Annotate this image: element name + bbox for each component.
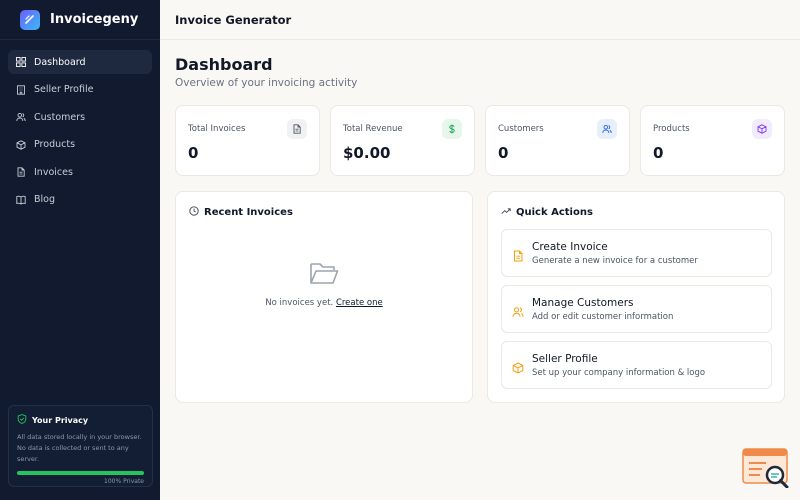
building-icon	[16, 84, 26, 95]
sidebar-item-label: Seller Profile	[34, 84, 94, 95]
main-content: Dashboard Overview of your invoicing act…	[175, 55, 785, 403]
empty-message: No invoices yet.	[265, 298, 334, 308]
manage-customers-action[interactable]: Manage Customers Add or edit customer in…	[501, 285, 772, 333]
dollar-icon	[442, 119, 462, 139]
sidebar-item-dashboard[interactable]: Dashboard	[8, 50, 152, 74]
sidebar-item-customers[interactable]: Customers	[8, 105, 152, 129]
privacy-title: Your Privacy	[32, 415, 89, 425]
quick-actions-heading: Quick Actions	[501, 206, 593, 219]
app-logo-icon	[20, 9, 40, 30]
users-icon	[597, 119, 617, 139]
book-icon	[16, 195, 26, 205]
action-title: Create Invoice	[532, 241, 608, 253]
clock-icon	[189, 206, 204, 219]
sidebar-item-label: Products	[34, 139, 76, 150]
action-title: Manage Customers	[532, 297, 634, 309]
recent-invoices-title: Recent Invoices	[204, 207, 293, 218]
sidebar-item-seller-profile[interactable]: Seller Profile	[8, 78, 152, 102]
sidebar-item-label: Invoices	[34, 166, 73, 178]
page-subtitle: Overview of your invoicing activity	[175, 77, 358, 89]
quick-actions-panel: Quick Actions Create Invoice Generate a …	[487, 191, 785, 403]
document-icon	[287, 119, 307, 139]
stat-value: 0	[498, 144, 509, 162]
stat-value: 0	[653, 144, 664, 162]
quick-actions-title: Quick Actions	[516, 207, 593, 218]
action-subtitle: Generate a new invoice for a customer	[532, 256, 698, 266]
sidebar-item-label: Blog	[34, 194, 55, 205]
sidebar: Invoicegeny Dashboard Seller Profile Cus…	[0, 0, 160, 500]
folder-open-icon	[309, 263, 339, 290]
privacy-progress-bar	[17, 471, 144, 475]
empty-state-text: No invoices yet. Create one	[176, 298, 472, 308]
sidebar-item-label: Customers	[34, 111, 86, 123]
search-widget-button[interactable]	[742, 448, 790, 489]
document-search-icon	[742, 448, 789, 489]
privacy-footer: 100% Private	[104, 478, 144, 485]
action-subtitle: Set up your company information & logo	[532, 368, 706, 378]
stat-card-total-revenue: Total Revenue $0.00	[330, 105, 475, 176]
seller-profile-action[interactable]: Seller Profile Set up your company infor…	[501, 341, 772, 389]
recent-invoices-panel: Recent Invoices No invoices yet. Create …	[175, 191, 473, 403]
privacy-card: Your Privacy All data stored locally in …	[8, 405, 153, 487]
shield-check-icon	[17, 414, 32, 426]
users-icon	[512, 303, 524, 317]
action-title: Seller Profile	[532, 353, 598, 365]
stat-card-total-invoices: Total Invoices 0	[175, 105, 320, 176]
file-icon	[16, 167, 26, 177]
trending-up-icon	[501, 206, 516, 219]
brand[interactable]: Invoicegeny	[0, 0, 160, 40]
grid-icon	[16, 57, 26, 67]
recent-invoices-heading: Recent Invoices	[189, 206, 293, 219]
create-invoice-link[interactable]: Create one	[336, 298, 383, 308]
sidebar-item-blog[interactable]: Blog	[8, 188, 152, 212]
sidebar-item-invoices[interactable]: Invoices	[8, 160, 152, 184]
header-title: Invoice Generator	[175, 12, 292, 27]
stat-card-customers: Customers 0	[485, 105, 630, 176]
privacy-heading: Your Privacy	[17, 414, 144, 426]
document-icon	[512, 247, 524, 262]
page-title: Dashboard	[175, 55, 273, 74]
empty-state: No invoices yet. Create one	[176, 260, 472, 308]
action-subtitle: Add or edit customer information	[532, 312, 674, 322]
stat-card-products: Products 0	[640, 105, 785, 176]
box-icon	[16, 139, 26, 150]
box-icon	[512, 359, 524, 374]
privacy-progress-fill	[17, 471, 144, 475]
sidebar-nav: Dashboard Seller Profile Customers Produ…	[0, 40, 160, 225]
users-icon	[16, 112, 26, 122]
box-icon	[752, 119, 772, 139]
stat-value: $0.00	[343, 144, 391, 162]
top-bar: Invoice Generator	[160, 0, 800, 40]
sidebar-item-label: Dashboard	[34, 56, 86, 68]
stat-value: 0	[188, 144, 199, 162]
sidebar-item-products[interactable]: Products	[8, 133, 152, 157]
create-invoice-action[interactable]: Create Invoice Generate a new invoice fo…	[501, 229, 772, 277]
app-name: Invoicegeny	[50, 12, 139, 27]
privacy-text: All data stored locally in your browser.…	[17, 433, 142, 463]
stats-row: Total Invoices 0 Total Revenue $0.00 Cus…	[175, 105, 785, 176]
